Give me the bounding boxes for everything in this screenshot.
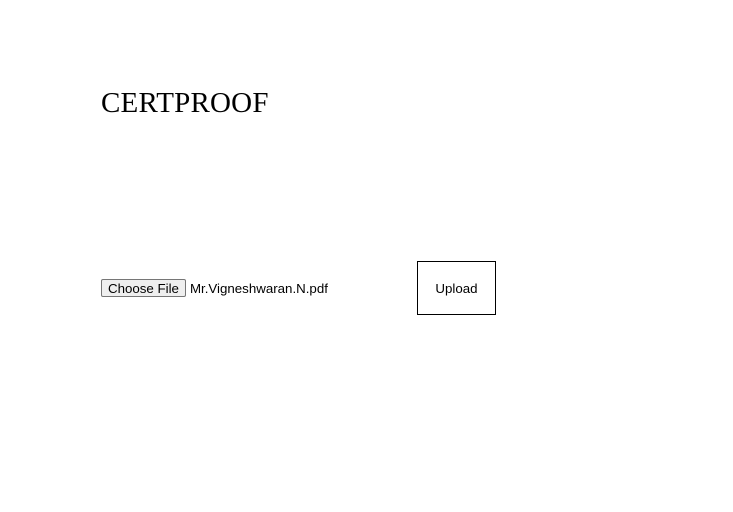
file-input[interactable]: Choose File Mr.Vigneshwaran.N.pdf [101, 279, 328, 297]
page-title: CERTPROOF [101, 87, 269, 119]
choose-file-button[interactable]: Choose File [101, 279, 186, 297]
page: CERTPROOF Choose File Mr.Vigneshwaran.N.… [0, 0, 733, 512]
upload-button[interactable]: Upload [417, 261, 496, 315]
selected-file-name: Mr.Vigneshwaran.N.pdf [189, 280, 328, 296]
